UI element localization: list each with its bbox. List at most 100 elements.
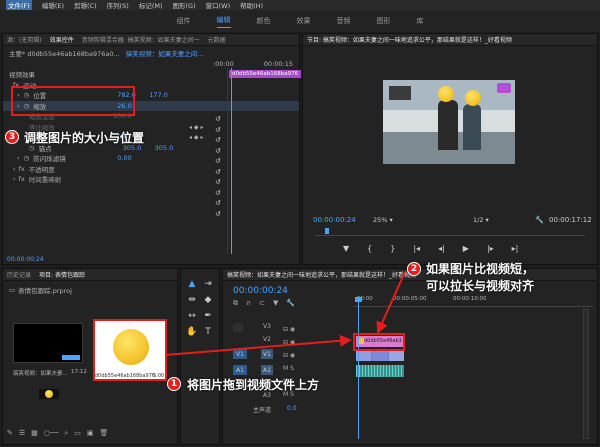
menu-marker[interactable]: 标记(M) <box>139 0 163 10</box>
ws-tab-editing[interactable]: 编辑 <box>216 15 231 28</box>
ec-divider <box>227 68 228 254</box>
master-track-value: 0.0 <box>287 405 297 412</box>
position-y-value[interactable]: 177.0 <box>149 91 168 99</box>
program-playhead[interactable] <box>325 228 329 234</box>
fx-icon: fx <box>18 175 25 184</box>
person-man <box>438 100 458 150</box>
time-remap-row[interactable]: › fx 时间重映射 <box>3 174 299 185</box>
ec-playhead[interactable] <box>231 68 232 254</box>
track-a3-label: A3 <box>263 392 271 399</box>
program-scrub-bar[interactable] <box>315 228 585 236</box>
new-bin-icon[interactable]: ▭ <box>74 429 81 438</box>
flicker-value[interactable]: 0.00 <box>117 154 131 162</box>
zoom-slider-icon[interactable]: ○── <box>44 429 59 438</box>
slip-tool-icon[interactable]: ↔ <box>185 309 199 323</box>
razor-tool-icon[interactable]: ◆ <box>201 293 215 307</box>
ws-tab-color[interactable]: 颜色 <box>257 16 271 26</box>
resolution-select[interactable]: 1/2 ▾ <box>473 216 489 224</box>
project-item-video-thumb[interactable] <box>13 323 83 363</box>
marker-add-icon[interactable]: ▼ <box>273 299 278 308</box>
pencil-icon[interactable]: ✎ <box>7 429 13 438</box>
menu-sequence[interactable]: 序列(S) <box>107 0 129 10</box>
tab-history[interactable]: 历史记录 <box>7 270 31 279</box>
small-thumb[interactable] <box>39 389 59 399</box>
ws-tab-audio[interactable]: 音频 <box>337 16 351 26</box>
timeline-ruler[interactable]: :00:00 00:00:05:00 00:00:10:00 <box>353 293 593 307</box>
search-icon[interactable]: ⌕ <box>64 429 68 438</box>
timeline-tab[interactable]: 搞笑视频：如果夫妻之间一味地追求公平，那结果就是这样！_好看视频 <box>227 270 416 279</box>
menu-file[interactable]: 文件(F) <box>6 0 32 10</box>
wrench-icon[interactable]: 🔧 <box>286 299 295 308</box>
clip-name-pill[interactable]: d0db55e46ab168ba976 <box>229 70 302 78</box>
keyframe-nav-position[interactable]: ◂ ◆ ▸ <box>189 124 203 131</box>
ec-time-end: 00:00:15 <box>263 59 293 68</box>
track-target-v3[interactable] <box>233 323 243 332</box>
expand-icon[interactable]: › <box>13 165 16 173</box>
annotation-3-box <box>11 86 135 116</box>
ec-timecode: 00:00:00:24 <box>7 256 44 263</box>
go-to-out-icon[interactable]: ▸| <box>512 244 519 253</box>
ws-tab-graphics[interactable]: 图形 <box>377 16 391 26</box>
ripple-edit-icon[interactable]: ⇹ <box>185 293 199 307</box>
track-target-a1[interactable]: A1 <box>233 365 247 375</box>
track-a1-label[interactable]: A1 <box>261 365 273 375</box>
track-target-v1[interactable]: V1 <box>233 349 247 359</box>
playhead-handle[interactable] <box>355 297 362 302</box>
menu-edit[interactable]: 编辑(E) <box>42 0 64 10</box>
selection-tool-icon[interactable]: ▲ <box>185 277 199 291</box>
timeline-scrollbar[interactable] <box>583 309 589 439</box>
tab-metadata[interactable]: 元数据 <box>208 35 226 44</box>
settings-icon[interactable]: 🔧 <box>535 216 544 224</box>
track-v1-label[interactable]: V1 <box>261 349 273 359</box>
tab-project[interactable]: 项目: 表情包跟踪 <box>39 270 85 279</box>
zoom-select[interactable]: 25% ▾ <box>373 216 393 224</box>
pen-tool-icon[interactable]: ✒ <box>201 309 215 323</box>
annotation-1-number: 1 <box>167 377 181 391</box>
nest-icon[interactable]: ⧉ <box>233 299 238 308</box>
program-title[interactable]: 节目: 搞笑视频：如果夫妻之间一味地追求公平，那结果就是这样！_好看视频 <box>307 35 512 44</box>
project-item-emoji-thumb[interactable] <box>93 319 167 381</box>
sequence-clip-label[interactable]: 搞笑视频：如果夫妻之间... <box>126 48 204 58</box>
go-to-in-icon[interactable]: |◂ <box>413 244 420 253</box>
step-forward-icon[interactable]: |▸ <box>487 244 494 253</box>
marker-icon[interactable]: ▼ <box>343 244 349 253</box>
trash-icon[interactable]: 🗑 <box>100 429 109 438</box>
anchor-y-value[interactable]: 305.0 <box>155 144 174 152</box>
expand-icon[interactable]: › <box>13 175 16 183</box>
expand-icon[interactable]: › <box>17 154 20 162</box>
ruler-tick-5: 00:00:05:00 <box>393 296 427 302</box>
type-tool-icon[interactable]: T <box>201 325 215 339</box>
snap-icon[interactable]: ∩ <box>246 299 251 308</box>
new-item-icon[interactable]: ▣ <box>87 429 94 438</box>
step-back-icon[interactable]: ◂| <box>438 244 445 253</box>
in-point-icon[interactable]: { <box>367 244 372 253</box>
tab-effect-controls[interactable]: 效果控件 <box>50 35 74 44</box>
menu-help[interactable]: 帮助(H) <box>240 0 263 10</box>
tab-audio-mixer[interactable]: 音频剪辑混合器: 搞笑视频：如果夫妻之间一 <box>82 35 200 44</box>
menu-graphics[interactable]: 图形(G) <box>173 0 196 10</box>
icon-view-icon[interactable]: ▦ <box>31 429 38 438</box>
timeline-tools: ⧉ ∩ ⊂ ▼ 🔧 <box>233 299 295 308</box>
ws-tab-library[interactable]: 库 <box>417 16 424 26</box>
menu-window[interactable]: 窗口(W) <box>206 0 231 10</box>
tab-source[interactable]: 源：(无剪辑) <box>7 35 42 44</box>
play-icon[interactable]: ▶ <box>463 244 469 253</box>
track-select-icon[interactable]: ⇥ <box>201 277 215 291</box>
list-view-icon[interactable]: ☰ <box>19 429 25 438</box>
hand-tool-icon[interactable]: ✋ <box>185 325 199 339</box>
opacity-row[interactable]: › fx 不透明度 <box>3 164 299 175</box>
flicker-row[interactable]: › ◷ 防闪烁滤镜 0.00 <box>3 153 299 164</box>
stopwatch-icon[interactable]: ◷ <box>24 154 30 162</box>
annotation-3-text: 调整图片的大小与位置 <box>24 131 145 145</box>
video-frame[interactable] <box>383 80 515 164</box>
ws-tab-assembly[interactable]: 组件 <box>177 16 191 26</box>
master-clip-label[interactable]: 主要* d0db55e46ab168ba976a0... <box>9 48 120 58</box>
timeline-playhead[interactable] <box>358 299 359 439</box>
linked-icon[interactable]: ⊂ <box>259 299 265 308</box>
audio-clip-a1[interactable] <box>356 365 404 377</box>
menu-clip[interactable]: 剪辑(C) <box>74 0 97 10</box>
ws-tab-effects[interactable]: 效果 <box>297 16 311 26</box>
out-point-icon[interactable]: } <box>390 244 395 253</box>
reset-icons[interactable]: ↺ ↺ ↺ ↺ ↺ ↺ ↺ ↺ ↺ ↺ <box>215 114 221 219</box>
keyframe-nav-scale[interactable]: ◂ ◆ ▸ <box>189 134 203 141</box>
